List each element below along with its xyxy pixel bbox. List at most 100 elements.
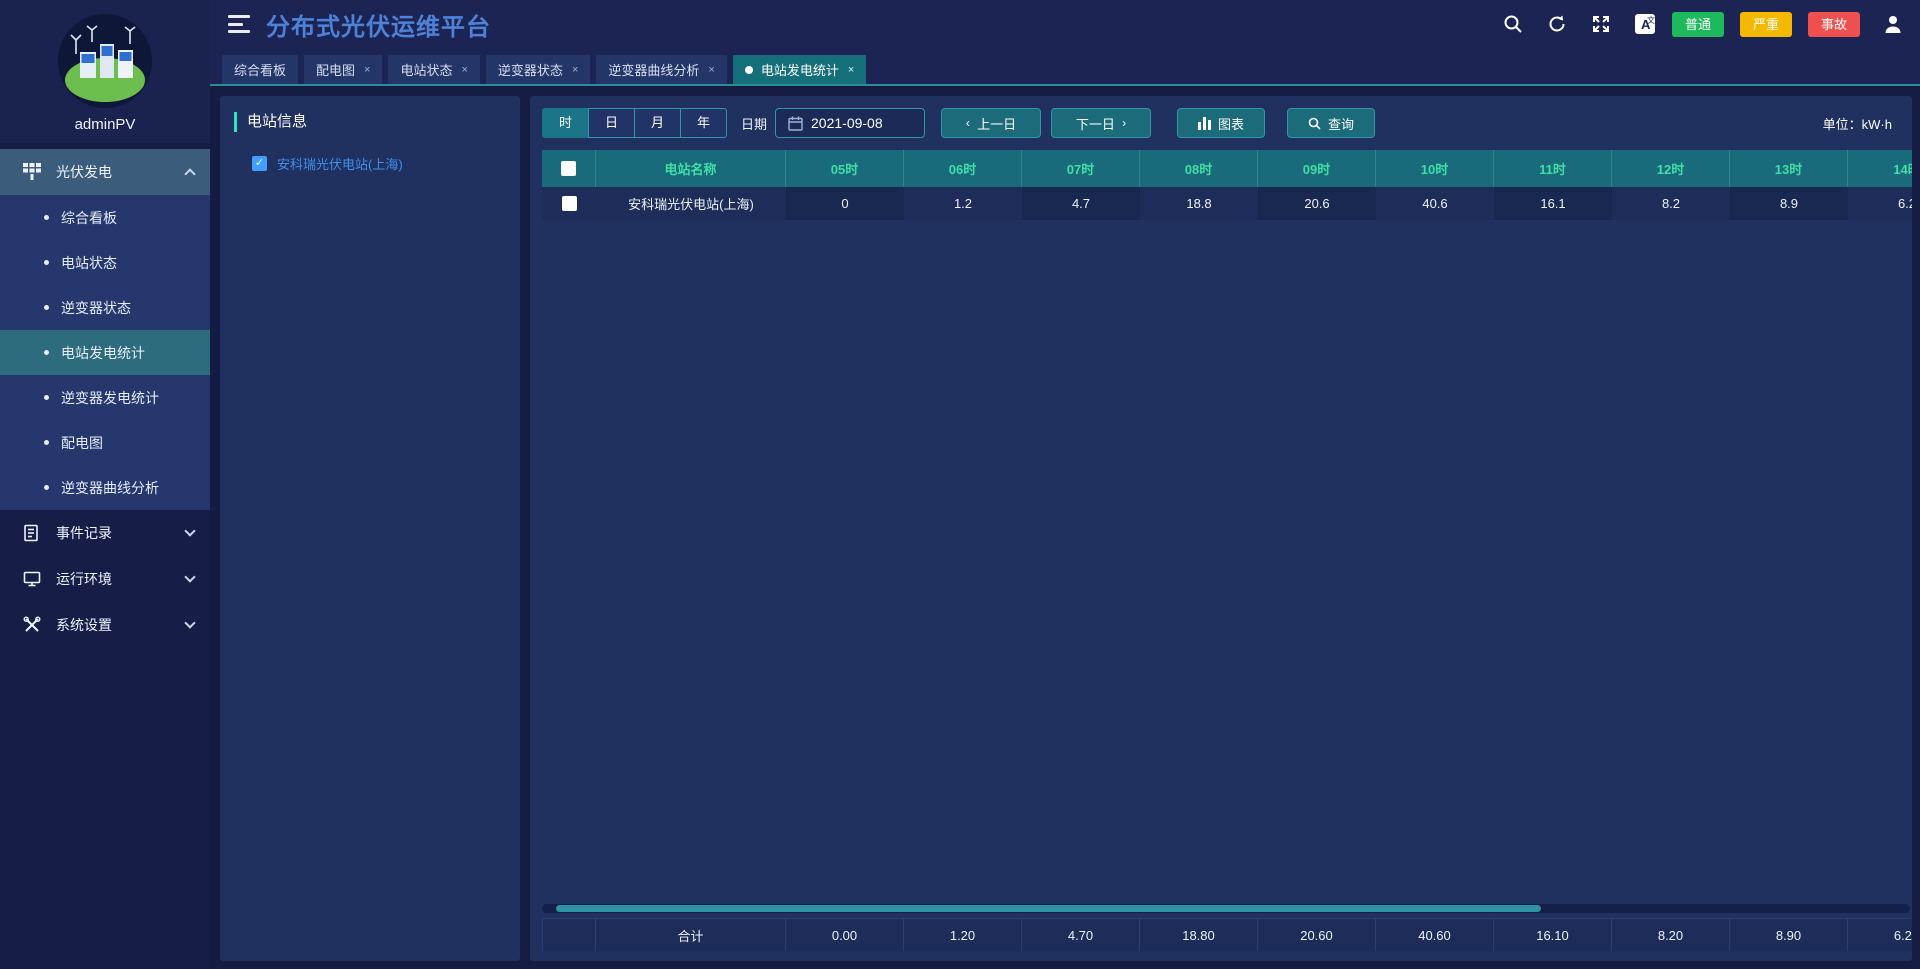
hour-header-cell: 06时 <box>904 150 1022 187</box>
previous-day-label: 上一日 <box>977 116 1017 132</box>
app-root: adminPV 光伏发电 综合看板 电站状态 逆变器状态 电站发电统计 逆变器发电统计配… <box>0 0 1920 969</box>
sidebar-item-label: 逆变器曲线分析 <box>61 479 159 496</box>
sidebar-group-label: 运行环境 <box>56 571 112 587</box>
chart-view-button[interactable]: 图表 <box>1177 108 1266 138</box>
chevron-right-icon: › <box>1122 116 1127 130</box>
period-button-时[interactable]: 时 <box>542 108 589 138</box>
station-checkbox-item[interactable]: ✓ 安科瑞光伏电站(上海) <box>252 154 506 173</box>
sidebar-item-逆变器发电统计[interactable]: 逆变器发电统计 <box>0 375 210 420</box>
date-picker-input[interactable]: 2021-09-08 <box>775 108 926 138</box>
sidebar-group-system-settings[interactable]: 系统设置 <box>0 602 210 648</box>
tab-电站发电统计[interactable]: 电站发电统计 × <box>732 55 867 84</box>
total-value-cell: 4.70 <box>1022 919 1140 951</box>
refresh-icon[interactable] <box>1546 13 1568 35</box>
station-name-link[interactable]: 安科瑞光伏电站(上海) <box>277 154 403 173</box>
close-icon[interactable]: × <box>364 64 370 76</box>
total-value-cell: 1.20 <box>904 919 1022 951</box>
sidebar-group-label: 事件记录 <box>56 525 112 541</box>
hour-header-cell: 14时 <box>1893 162 1912 177</box>
period-button-日[interactable]: 日 <box>588 108 635 138</box>
sidebar-item-逆变器状态[interactable]: 逆变器状态 <box>0 285 210 330</box>
tab-综合看板[interactable]: 综合看板 <box>222 55 299 84</box>
status-badge-severe[interactable]: 严重 <box>1739 11 1792 37</box>
value-cell: 8.9 <box>1730 187 1848 220</box>
query-toolbar: 时日月年 日期 2021-09-08 ‹ 上一日 下一日 › 图表 查询 单位：… <box>542 108 1912 138</box>
value-cell: 40.6 <box>1376 187 1494 220</box>
chart-button-label: 图表 <box>1218 116 1245 132</box>
tab-逆变器曲线分析[interactable]: 逆变器曲线分析 × <box>596 55 727 84</box>
chevron-down-icon <box>184 525 196 537</box>
sidebar-item-label: 配电图 <box>61 434 103 451</box>
tab-label: 逆变器曲线分析 <box>608 63 700 78</box>
row-checkbox[interactable] <box>561 196 577 211</box>
total-value-cell: 8.20 <box>1612 919 1730 951</box>
query-button[interactable]: 查询 <box>1287 108 1376 138</box>
sidebar-item-逆变器曲线分析[interactable]: 逆变器曲线分析 <box>0 465 210 510</box>
header-checkbox-cell <box>542 150 596 187</box>
chevron-down-icon <box>184 571 196 583</box>
next-day-button[interactable]: 下一日 › <box>1051 108 1152 138</box>
collapse-menu-icon[interactable] <box>228 15 250 33</box>
fullscreen-icon[interactable] <box>1590 13 1612 35</box>
total-value-cell: 6.20 <box>1848 919 1912 951</box>
value-cell: 20.6 <box>1258 187 1376 220</box>
table-row[interactable]: 安科瑞光伏电站(上海) 0 1.2 4.7 18.8 20.6 40.6 16.1 8.2 8.… <box>542 187 1912 221</box>
sidebar-item-电站状态[interactable]: 电站状态 <box>0 240 210 285</box>
hour-header-cell: 13时 <box>1730 150 1848 187</box>
sidebar-group-event-log[interactable]: 事件记录 <box>0 510 210 556</box>
user-avatar-icon[interactable] <box>1882 13 1904 35</box>
main-column: 分布式光伏运维平台 A 文 普通 严重 事故 综合看板 配电图 × 电站状态 ×… <box>210 0 1920 969</box>
tab-配电图[interactable]: 配电图 × <box>304 55 383 84</box>
chevron-up-icon <box>184 168 196 180</box>
status-badge-accident[interactable]: 事故 <box>1807 11 1860 37</box>
sidebar-group-environment[interactable]: 运行环境 <box>0 556 210 602</box>
previous-day-button[interactable]: ‹ 上一日 <box>941 108 1042 138</box>
bullet-icon <box>44 215 49 220</box>
bullet-icon <box>44 305 49 310</box>
close-icon[interactable]: × <box>572 64 578 76</box>
total-value-cell: 0.00 <box>786 919 904 951</box>
tab-bar: 综合看板 配电图 × 电站状态 × 逆变器状态 × 逆变器曲线分析 × 电站发电统计 × <box>210 48 1920 86</box>
sidebar-item-配电图[interactable]: 配电图 <box>0 420 210 465</box>
tab-电站状态[interactable]: 电站状态 × <box>388 55 480 84</box>
bar-chart-icon <box>1198 116 1211 130</box>
svg-text:文: 文 <box>1647 15 1655 25</box>
station-name-header: 电站名称 <box>596 150 786 187</box>
status-badge-normal[interactable]: 普通 <box>1671 11 1724 37</box>
sidebar-item-label: 综合看板 <box>61 209 117 226</box>
close-icon[interactable]: × <box>461 64 467 76</box>
hour-header-cell: 10时 <box>1376 150 1494 187</box>
hour-header-cell: 05时 <box>786 150 904 187</box>
total-value-cell: 40.60 <box>1376 919 1494 951</box>
sidebar-item-label: 逆变器状态 <box>61 299 131 316</box>
logo-area: adminPV <box>0 0 210 143</box>
hour-header-cell: 08时 <box>1140 150 1258 187</box>
scrollbar-thumb[interactable] <box>556 905 1541 912</box>
row-checkbox-cell <box>542 187 596 220</box>
bullet-icon <box>44 350 49 355</box>
search-icon[interactable] <box>1502 13 1524 35</box>
period-button-年[interactable]: 年 <box>680 108 727 138</box>
active-tab-dot-icon <box>744 65 753 74</box>
close-icon[interactable]: × <box>708 64 714 76</box>
calendar-icon <box>788 116 803 131</box>
value-cell: 18.8 <box>1140 187 1258 220</box>
tab-逆变器状态[interactable]: 逆变器状态 × <box>485 55 591 84</box>
sidebar-item-电站发电统计[interactable]: 电站发电统计 <box>0 330 210 375</box>
language-translate-icon[interactable]: A 文 <box>1634 13 1656 35</box>
period-segmented-control: 时日月年 <box>542 108 727 138</box>
sidebar-item-综合看板[interactable]: 综合看板 <box>0 195 210 240</box>
solar-panel-grid-icon <box>22 162 42 182</box>
select-all-checkbox[interactable] <box>561 161 576 176</box>
total-value-cell: 16.10 <box>1494 919 1612 951</box>
bullet-icon <box>44 485 49 490</box>
close-icon[interactable]: × <box>848 64 854 76</box>
sidebar-group-pv-generation[interactable]: 光伏发电 <box>0 149 210 195</box>
table-header-row: 电站名称 05时06时07时08时09时10时11时12时13时 14时 <box>542 150 1912 187</box>
hour-header-cell: 07时 <box>1022 150 1140 187</box>
period-button-月[interactable]: 月 <box>634 108 681 138</box>
checked-checkbox-icon[interactable]: ✓ <box>252 156 267 171</box>
tab-label: 综合看板 <box>234 63 287 78</box>
next-day-label: 下一日 <box>1075 116 1115 132</box>
horizontal-scrollbar[interactable] <box>542 904 1910 913</box>
